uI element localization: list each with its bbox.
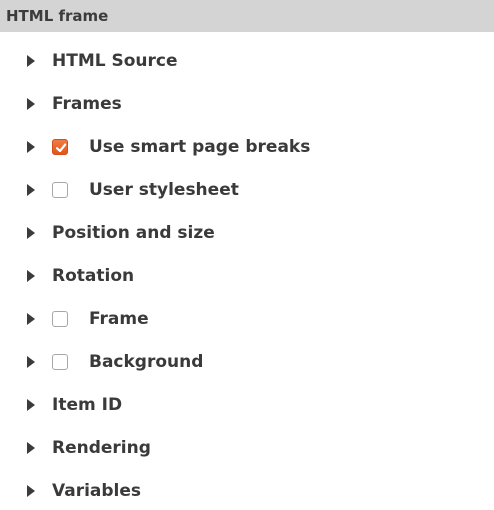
group-label-rotation: Rotation [52, 265, 135, 286]
use-smart-page-breaks-checkbox[interactable] [52, 138, 68, 155]
expand-arrow-icon[interactable] [27, 269, 35, 282]
group-variables[interactable]: Variables [0, 469, 494, 510]
expand-arrow-icon[interactable] [27, 226, 35, 239]
expand-arrow-icon[interactable] [27, 140, 35, 153]
expand-arrow-icon[interactable] [27, 441, 35, 454]
expand-arrow-icon[interactable] [27, 312, 35, 325]
group-item-id[interactable]: Item ID [0, 383, 494, 426]
group-background[interactable]: Background [0, 340, 494, 383]
user-stylesheet-checkbox[interactable] [52, 181, 68, 198]
group-label-rendering: Rendering [52, 437, 151, 458]
expand-arrow-icon[interactable] [27, 97, 35, 110]
group-label-variables: Variables [52, 480, 142, 501]
panel-title: HTML frame [0, 0, 494, 32]
expand-arrow-icon[interactable] [27, 183, 35, 196]
group-use-smart-page-breaks[interactable]: Use smart page breaks [0, 125, 494, 168]
expand-arrow-icon[interactable] [27, 54, 35, 67]
expand-arrow-icon[interactable] [27, 484, 35, 497]
group-label-frames: Frames [52, 93, 122, 114]
group-html-source[interactable]: HTML Source [0, 39, 494, 82]
group-position-and-size[interactable]: Position and size [0, 211, 494, 254]
group-label-position-and-size: Position and size [52, 222, 215, 243]
group-label-item-id: Item ID [52, 394, 123, 415]
group-list: HTML Source Frames Use smart page breaks… [0, 39, 494, 510]
group-label-html-source: HTML Source [52, 50, 178, 71]
expand-arrow-icon[interactable] [27, 355, 35, 368]
frame-checkbox[interactable] [52, 310, 68, 327]
group-frames[interactable]: Frames [0, 82, 494, 125]
html-frame-panel: HTML frame HTML Source Frames Use smart … [0, 0, 494, 510]
checkmark-icon [55, 143, 67, 152]
group-rotation[interactable]: Rotation [0, 254, 494, 297]
group-label-user-stylesheet: User stylesheet [89, 179, 239, 200]
group-label-use-smart-page-breaks: Use smart page breaks [89, 136, 311, 157]
group-frame[interactable]: Frame [0, 297, 494, 340]
group-label-frame: Frame [89, 308, 149, 329]
group-rendering[interactable]: Rendering [0, 426, 494, 469]
expand-arrow-icon[interactable] [27, 398, 35, 411]
group-user-stylesheet[interactable]: User stylesheet [0, 168, 494, 211]
background-checkbox[interactable] [52, 353, 68, 370]
group-label-background: Background [89, 351, 204, 372]
